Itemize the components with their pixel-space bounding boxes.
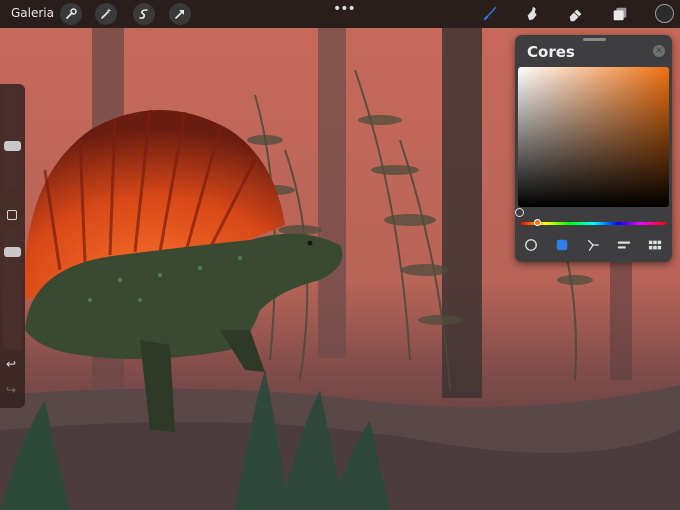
close-icon[interactable]: ×	[653, 45, 665, 57]
layers-icon[interactable]	[610, 4, 630, 24]
color-picker-cursor[interactable]	[515, 208, 524, 217]
selection-icon[interactable]	[133, 3, 155, 25]
wrench-icon[interactable]	[60, 3, 82, 25]
saturation-value-square[interactable]	[515, 67, 669, 217]
smudge-icon[interactable]	[523, 4, 543, 24]
value-sliders-icon[interactable]	[616, 237, 632, 253]
brush-size-slider[interactable]	[3, 86, 22, 190]
colors-panel: Cores ×	[515, 35, 672, 262]
more-options-button[interactable]: •••	[333, 1, 356, 17]
hue-slider-knob[interactable]	[534, 219, 541, 226]
opacity-knob[interactable]	[4, 246, 21, 257]
left-sidebar: ↩ ↪	[0, 84, 25, 408]
panel-title: Cores	[527, 43, 575, 61]
hue-slider[interactable]	[521, 222, 666, 225]
brush-size-knob[interactable]	[4, 140, 21, 151]
harmony-icon[interactable]	[585, 237, 601, 253]
disc-icon[interactable]	[523, 237, 539, 253]
transform-arrow-icon[interactable]	[169, 3, 191, 25]
gallery-button[interactable]: Galeria	[11, 6, 54, 20]
classic-square-icon[interactable]	[554, 237, 570, 253]
palettes-grid-icon[interactable]	[647, 237, 663, 253]
top-toolbar: Galeria •••	[0, 0, 680, 28]
modify-button[interactable]	[7, 210, 17, 220]
undo-icon[interactable]: ↩	[6, 357, 16, 371]
redo-icon[interactable]: ↪	[6, 383, 16, 397]
brush-icon[interactable]	[479, 4, 499, 24]
panel-drag-handle[interactable]	[583, 38, 606, 41]
current-color-swatch[interactable]	[655, 4, 674, 23]
magic-wand-icon[interactable]	[95, 3, 117, 25]
eraser-icon[interactable]	[566, 4, 586, 24]
opacity-slider[interactable]	[3, 230, 22, 350]
